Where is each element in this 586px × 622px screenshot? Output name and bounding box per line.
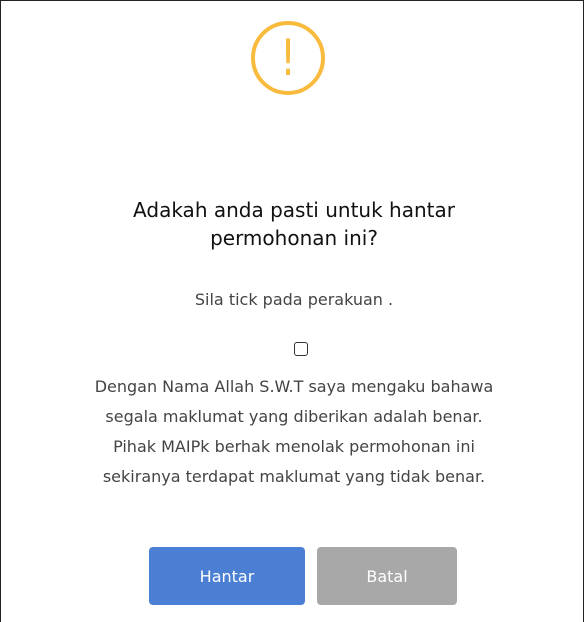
declaration-line: sekiranya terdapat maklumat yang tidak b… <box>102 467 486 486</box>
confirm-dialog: ! Adakah anda pasti untuk hantar permoho… <box>0 0 584 622</box>
declaration-line: Dengan Nama Allah S.W.T saya mengaku bah… <box>94 377 494 396</box>
cancel-button[interactable]: Batal <box>317 547 457 605</box>
dialog-title: Adakah anda pasti untuk hantar permohona… <box>41 196 547 252</box>
declaration-line: segala maklumat yang diberikan adalah be… <box>105 407 483 426</box>
instruction-text: Sila tick pada perakuan . <box>194 290 394 309</box>
dialog-title-line-1: Adakah anda pasti untuk hantar <box>133 198 455 222</box>
warning-icon: ! <box>251 21 325 95</box>
exclamation-icon: ! <box>279 29 297 87</box>
declaration-checkbox[interactable] <box>294 342 308 356</box>
dialog-title-line-2: permohonan ini? <box>210 226 378 250</box>
submit-button[interactable]: Hantar <box>149 547 305 605</box>
declaration-text: Dengan Nama Allah S.W.T saya mengaku bah… <box>21 372 567 492</box>
declaration-line: Pihak MAIPk berhak menolak permohonan in… <box>113 437 475 456</box>
